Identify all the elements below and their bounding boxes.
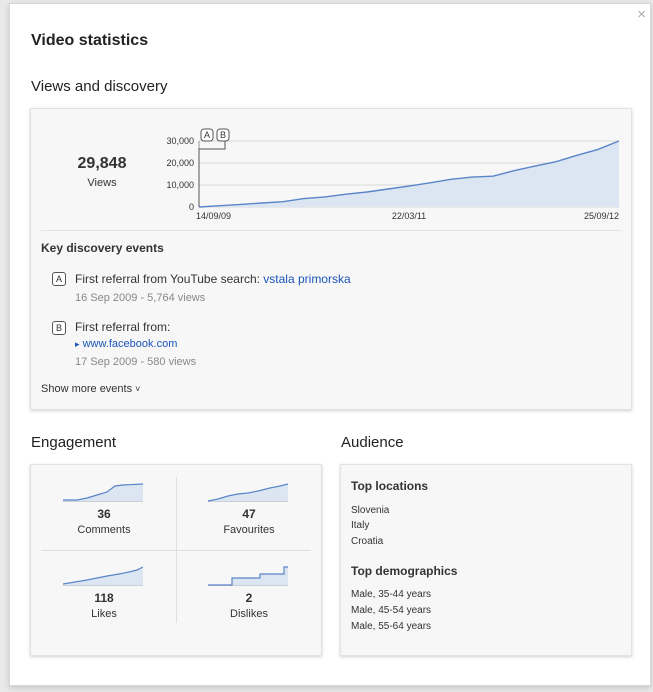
y-tick-label: 10,000 bbox=[166, 180, 194, 190]
dislikes-count: 2 bbox=[245, 591, 253, 605]
demographic-item: Male, 55-64 years bbox=[351, 621, 432, 632]
views-chart[interactable]: 0 10,000 20,000 30,000 14/09/09 22/03/11 25/09… bbox=[161, 119, 621, 231]
x-tick-label: 14/09/09 bbox=[196, 211, 231, 221]
comments-count: 36 bbox=[97, 507, 111, 521]
event-b-link[interactable]: www.facebook.com bbox=[83, 338, 178, 350]
x-tick-label: 25/09/12 bbox=[584, 211, 619, 221]
favourites-count: 47 bbox=[242, 507, 256, 521]
engagement-dislikes[interactable]: 2 Dislikes bbox=[176, 561, 322, 633]
likes-label: Likes bbox=[91, 608, 117, 620]
event-a-text: First referral from YouTube search: vsta… bbox=[75, 272, 351, 286]
engagement-comments[interactable]: 36 Comments bbox=[31, 477, 177, 549]
card-divider bbox=[41, 230, 621, 231]
chart-event-marker-label: A bbox=[204, 130, 210, 140]
top-demographics-title: Top demographics bbox=[351, 564, 458, 578]
event-marker-a: A bbox=[52, 272, 66, 286]
event-b-link-row[interactable]: ▸ www.facebook.com bbox=[75, 338, 177, 350]
sparkline-area bbox=[208, 567, 288, 586]
location-item: Slovenia bbox=[351, 505, 390, 516]
views-area bbox=[199, 141, 619, 207]
show-more-label: Show more events bbox=[41, 383, 133, 395]
event-marker-b: B bbox=[52, 321, 66, 335]
location-item: Italy bbox=[351, 520, 370, 531]
show-more-events-button[interactable]: Show more events ˅ bbox=[41, 383, 140, 395]
event-bracket bbox=[198, 139, 226, 207]
likes-count: 118 bbox=[94, 591, 114, 605]
location-item: Croatia bbox=[351, 536, 384, 547]
dialog-title: Video statistics bbox=[31, 32, 149, 49]
y-tick-label: 20,000 bbox=[166, 158, 194, 168]
y-tick-label: 0 bbox=[189, 202, 194, 212]
likes-sparkline bbox=[63, 566, 143, 586]
triangle-right-icon: ▸ bbox=[75, 339, 80, 349]
x-tick-label: 22/03/11 bbox=[392, 211, 426, 221]
views-card: 29,848 Views 0 10,000 20,000 30,000 14/09/09… bbox=[30, 108, 632, 410]
engagement-likes[interactable]: 118 Likes bbox=[31, 561, 177, 633]
views-section-heading: Views and discovery bbox=[31, 78, 168, 95]
favourites-label: Favourites bbox=[223, 524, 275, 536]
engagement-hdivider bbox=[41, 550, 311, 551]
event-b-sub: 17 Sep 2009 - 580 views bbox=[75, 356, 197, 368]
dislikes-label: Dislikes bbox=[230, 608, 268, 620]
event-a-label: First referral from YouTube search: bbox=[75, 272, 264, 286]
event-b-text: First referral from: bbox=[75, 320, 171, 334]
dislikes-sparkline bbox=[208, 566, 288, 586]
top-locations-title: Top locations bbox=[351, 479, 429, 493]
video-statistics-dialog: × Video statistics Views and discovery 2… bbox=[9, 3, 651, 686]
favourites-sparkline bbox=[208, 483, 288, 502]
chevron-down-icon: ˅ bbox=[135, 384, 141, 394]
audience-card: Top locations Slovenia Italy Croatia Top… bbox=[340, 464, 632, 656]
event-a-link[interactable]: vstala primorska bbox=[263, 272, 350, 286]
close-icon[interactable]: × bbox=[637, 7, 646, 22]
chart-event-marker-label: B bbox=[220, 130, 226, 140]
event-a-sub: 16 Sep 2009 - 5,764 views bbox=[75, 292, 206, 304]
views-label: Views bbox=[87, 177, 117, 189]
key-discovery-title: Key discovery events bbox=[41, 241, 164, 255]
engagement-favourites[interactable]: 47 Favourites bbox=[176, 477, 322, 549]
engagement-card: 36 Comments 47 Favourites 118 Likes 2 Di… bbox=[30, 464, 322, 656]
demographic-item: Male, 45-54 years bbox=[351, 605, 432, 616]
engagement-heading: Engagement bbox=[31, 434, 117, 451]
views-count: 29,848 bbox=[77, 155, 127, 172]
audience-heading: Audience bbox=[341, 434, 404, 451]
y-tick-label: 30,000 bbox=[166, 136, 194, 146]
demographic-item: Male, 35-44 years bbox=[351, 589, 432, 600]
comments-sparkline bbox=[63, 483, 143, 502]
comments-label: Comments bbox=[77, 524, 131, 536]
